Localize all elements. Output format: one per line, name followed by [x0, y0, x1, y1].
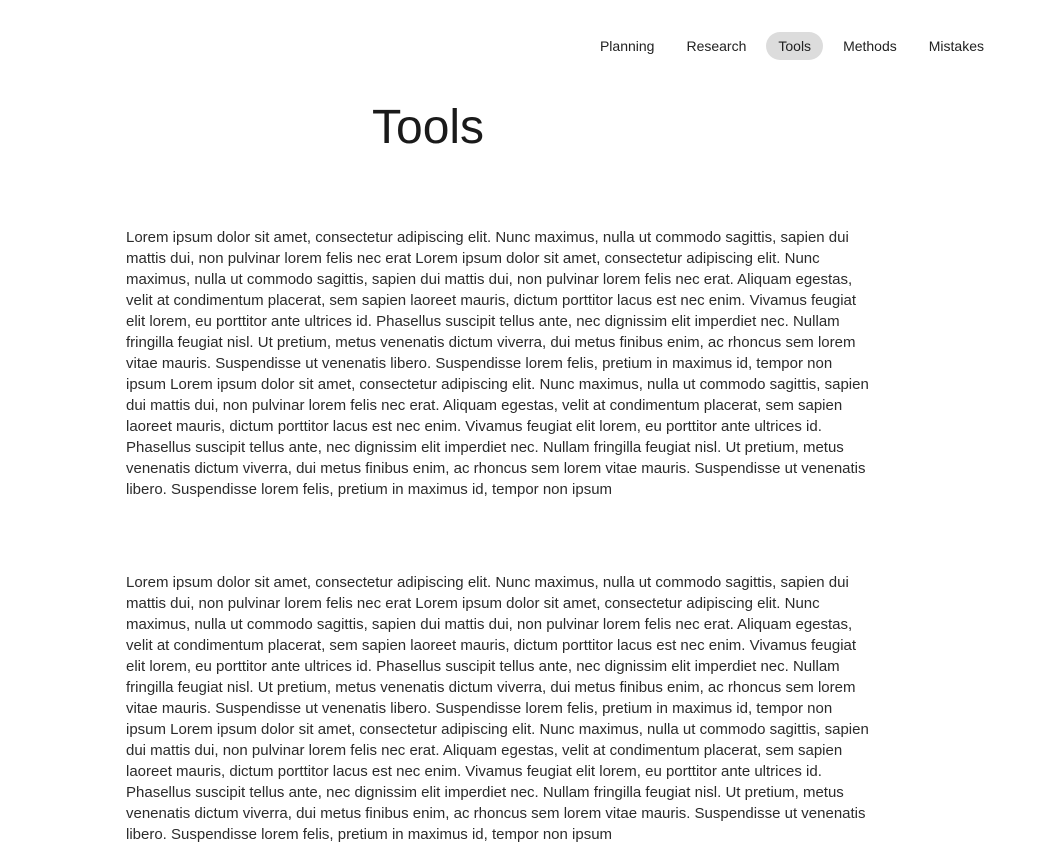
nav-item-methods[interactable]: Methods: [831, 32, 909, 60]
top-nav: Planning Research Tools Methods Mistakes: [0, 0, 1044, 60]
nav-item-tools[interactable]: Tools: [766, 32, 823, 60]
main-content: Lorem ipsum dolor sit amet, consectetur …: [126, 227, 870, 845]
page-title: Tools: [372, 100, 1044, 155]
nav-item-research[interactable]: Research: [674, 32, 758, 60]
body-paragraph: Lorem ipsum dolor sit amet, consectetur …: [126, 227, 870, 500]
nav-item-planning[interactable]: Planning: [588, 32, 667, 60]
nav-item-mistakes[interactable]: Mistakes: [917, 32, 996, 60]
body-paragraph: Lorem ipsum dolor sit amet, consectetur …: [126, 572, 870, 845]
